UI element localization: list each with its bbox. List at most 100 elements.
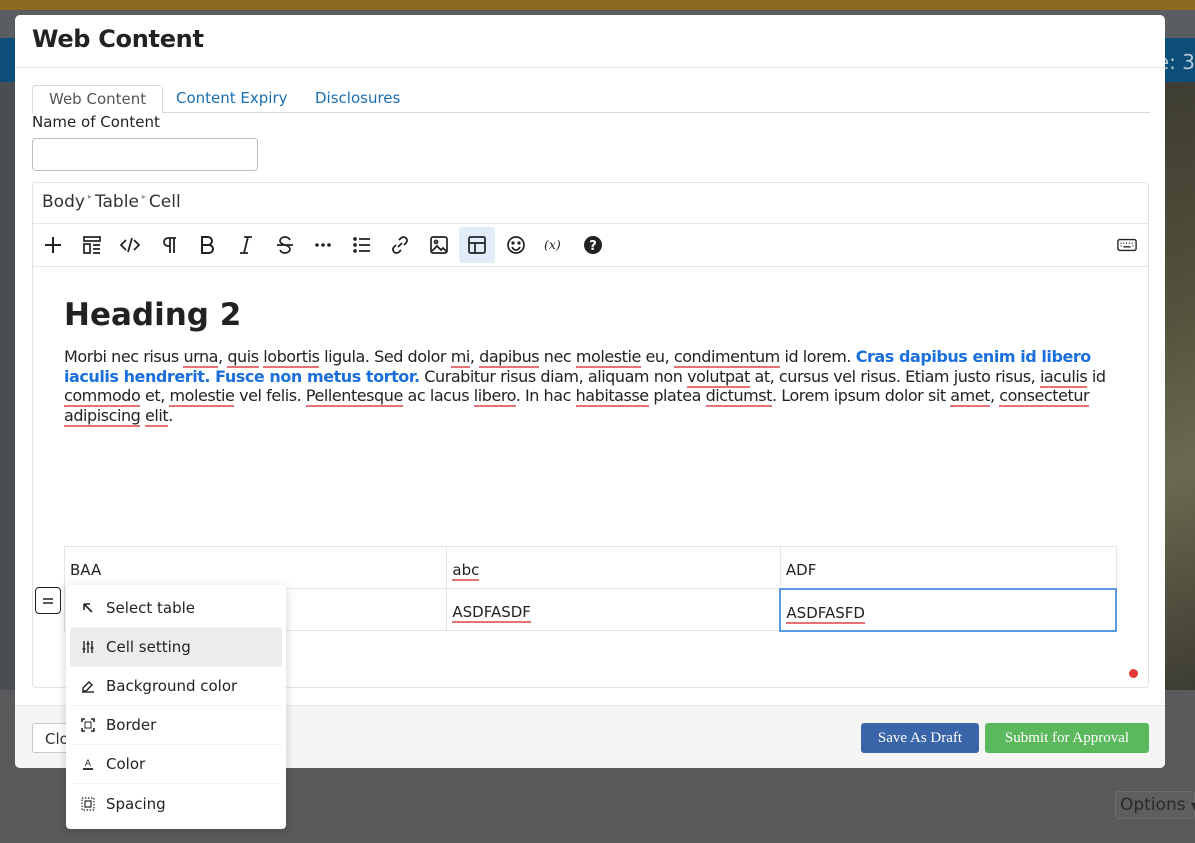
- table-cell-selected[interactable]: ASDFASFD: [779, 587, 1117, 632]
- table-cell[interactable]: BAA: [63, 546, 448, 589]
- text-fragment: ,: [990, 386, 1000, 405]
- misspelled-word: condimentum: [673, 347, 780, 368]
- misspelled-word: habitasse: [575, 386, 649, 407]
- equals-icon: [43, 597, 53, 604]
- table-cell[interactable]: ASDFASDF: [446, 588, 781, 631]
- svg-text:A: A: [85, 759, 92, 769]
- cell-menu-handle[interactable]: [35, 587, 61, 614]
- menu-item-select-table[interactable]: Select table: [70, 589, 282, 628]
- misspelled-word: dapibus: [479, 347, 540, 368]
- background-left-strip: [0, 82, 15, 690]
- variable-icon[interactable]: (x): [536, 227, 572, 263]
- border-icon: [80, 717, 96, 733]
- text-fragment: ,: [218, 347, 228, 366]
- arrow-up-left-icon: [80, 600, 96, 616]
- svg-text:(x): (x): [544, 237, 561, 252]
- misspelled-word: quis: [227, 347, 259, 368]
- misspelled-word: molestie: [169, 386, 235, 407]
- cell-text: ASDFASFD: [786, 603, 865, 624]
- options-select[interactable]: Options ▼: [1115, 791, 1195, 819]
- plus-icon[interactable]: [35, 227, 71, 263]
- paint-bucket-icon: [80, 678, 96, 694]
- emoji-icon[interactable]: [498, 227, 534, 263]
- menu-item-label: Background color: [106, 677, 238, 695]
- menu-item-label: Border: [106, 716, 157, 734]
- help-icon[interactable]: ?: [575, 227, 611, 263]
- text-fragment: et,: [140, 386, 170, 405]
- text-fragment: Morbi nec risus: [64, 347, 184, 366]
- text-fragment: . In hac: [515, 386, 576, 405]
- modal-header: Web Content: [15, 15, 1165, 68]
- menu-item-spacing[interactable]: Spacing: [70, 784, 282, 823]
- svg-text:?: ?: [589, 239, 597, 254]
- misspelled-word: iaculis: [1039, 366, 1088, 388]
- name-of-content-input[interactable]: [32, 138, 258, 171]
- submit-for-approval-button[interactable]: Submit for Approval: [985, 723, 1149, 753]
- chevron-down-icon: ▼: [1191, 800, 1195, 813]
- menu-item-color[interactable]: A Color: [70, 745, 282, 784]
- bold-icon[interactable]: [189, 227, 225, 263]
- misspelled-word: commodo: [64, 386, 141, 407]
- misspelled-word: dictumst: [705, 386, 773, 407]
- cell-action-menu: Select table Cell setting Background col…: [66, 585, 286, 829]
- text-fragment: id lorem.: [779, 347, 856, 366]
- misspelled-word: volutpat: [687, 366, 750, 388]
- menu-item-border[interactable]: Border: [70, 706, 282, 745]
- misspelled-word: elit: [145, 405, 169, 427]
- code-icon[interactable]: [112, 227, 148, 263]
- text-fragment: . Lorem ipsum dolor sit: [772, 386, 951, 405]
- text-fragment: .: [168, 405, 173, 425]
- table-cell[interactable]: abc: [446, 546, 781, 589]
- cell-text: abc: [452, 561, 480, 581]
- tab-disclosures[interactable]: Disclosures: [299, 85, 416, 113]
- breadcrumb-separator: ▸: [87, 192, 92, 201]
- tab-bar: Web Content Content Expiry Disclosures: [32, 85, 1150, 114]
- name-of-content-label: Name of Content: [32, 113, 160, 131]
- text-fragment: platea: [648, 386, 706, 405]
- cell-text: ASDFASDF: [452, 603, 531, 623]
- misspelled-word: consectetur: [999, 386, 1090, 407]
- breadcrumb-cell[interactable]: Cell: [149, 192, 181, 212]
- text-fragment: ligula. Sed dolor: [319, 347, 451, 366]
- misspelled-word: adipiscing: [64, 405, 141, 427]
- link-icon[interactable]: [382, 227, 418, 263]
- misspelled-word: mi: [450, 347, 470, 368]
- table-cell[interactable]: ADF: [779, 546, 1117, 589]
- text-fragment: Curabitur risus diam, aliquam non: [419, 366, 688, 386]
- text-fragment: eu,: [640, 347, 674, 366]
- table-icon[interactable]: [459, 227, 495, 263]
- menu-item-label: Select table: [106, 599, 196, 617]
- breadcrumb-table[interactable]: Table: [95, 192, 139, 212]
- editor-breadcrumb: Body ▸ Table ▸ Cell: [33, 183, 1148, 224]
- layout-icon[interactable]: [74, 227, 110, 263]
- tab-content-expiry[interactable]: Content Expiry: [160, 85, 304, 113]
- menu-item-label: Cell setting: [106, 638, 191, 656]
- modal-title: Web Content: [32, 25, 204, 53]
- strikethrough-icon[interactable]: [267, 227, 303, 263]
- status-indicator-dot: [1129, 669, 1138, 678]
- background-top-bar: [0, 0, 1195, 10]
- menu-item-background-color[interactable]: Background color: [70, 667, 282, 706]
- italic-icon[interactable]: [228, 227, 264, 263]
- content-paragraph: Morbi nec risus urna, quis lobortis ligu…: [64, 347, 1124, 427]
- text-fragment: ,: [469, 347, 480, 366]
- cell-text: BAA: [70, 561, 102, 579]
- paragraph-icon[interactable]: [151, 227, 187, 263]
- text-fragment: vel felis.: [234, 386, 306, 405]
- menu-item-cell-setting[interactable]: Cell setting: [70, 628, 282, 667]
- save-as-draft-button[interactable]: Save As Draft: [861, 723, 979, 753]
- keyboard-icon[interactable]: [1109, 227, 1145, 263]
- misspelled-word: amet: [950, 386, 991, 407]
- breadcrumb-body[interactable]: Body: [42, 192, 85, 212]
- tab-web-content[interactable]: Web Content: [32, 85, 164, 114]
- misspelled-word: libero: [473, 386, 516, 407]
- image-icon[interactable]: [421, 227, 457, 263]
- list-icon[interactable]: [344, 227, 380, 263]
- sliders-icon: [80, 639, 96, 655]
- text-fragment: nec: [539, 347, 576, 366]
- options-select-label: Options: [1120, 795, 1186, 815]
- misspelled-word: molestie: [575, 347, 641, 368]
- more-icon[interactable]: [305, 227, 341, 263]
- content-heading: Heading 2: [64, 297, 242, 333]
- editor-toolbar: (x) ?: [33, 224, 1148, 267]
